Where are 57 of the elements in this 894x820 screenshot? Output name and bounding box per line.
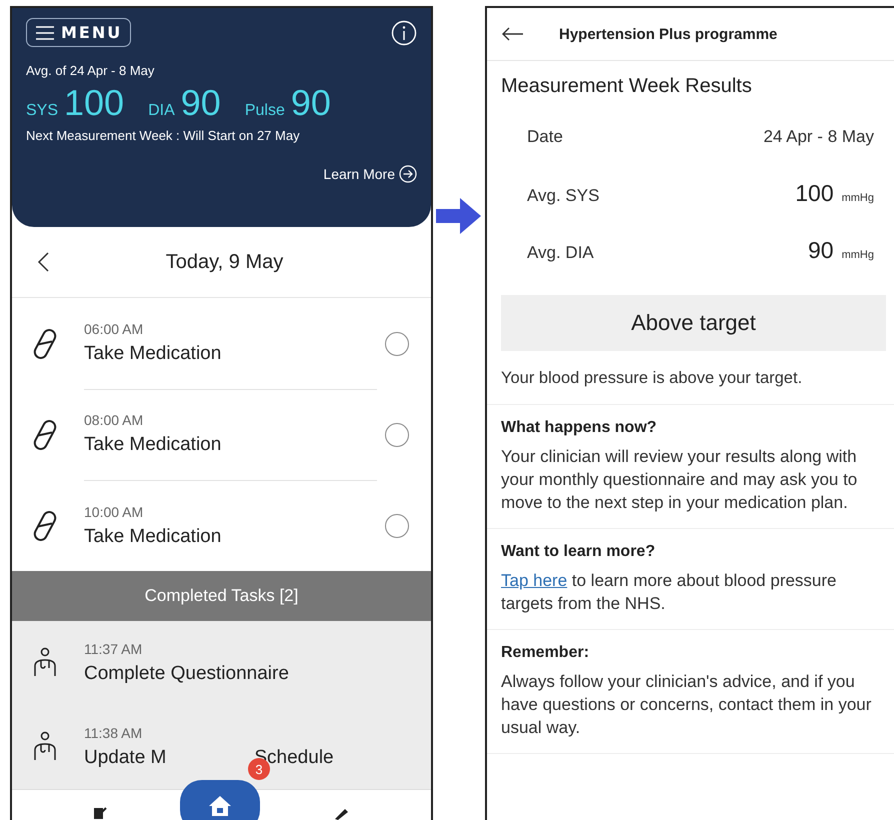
result-value: 100 — [795, 180, 834, 206]
task-checkbox[interactable] — [385, 332, 409, 356]
reading-label: DIA — [148, 102, 175, 120]
section-text: Always follow your clinician's advice, and if you have questions or concerns, contact them in your usual way. — [501, 671, 872, 739]
section-text: Tap here to learn more about blood pressure targets from the NHS. — [501, 570, 838, 615]
result-value: 90 — [808, 237, 834, 263]
notepad-icon[interactable] — [92, 806, 108, 820]
section-heading: Want to learn more? — [501, 543, 656, 561]
task-title: Take Medication — [84, 526, 222, 548]
status-banner: Above target — [501, 295, 886, 351]
menu-icon — [35, 24, 55, 40]
home-button[interactable] — [180, 780, 260, 820]
reading-label: Pulse — [244, 102, 285, 120]
result-label: Date — [527, 126, 563, 148]
back-chevron-icon[interactable] — [36, 251, 50, 273]
reading-label: SYS — [26, 102, 58, 120]
pen-icon[interactable] — [333, 806, 351, 820]
section-text: Your clinician will review your results along with your monthly questionnaire and may ask you to move to the next step in your medication plan. — [501, 446, 858, 514]
learn-more-link[interactable]: Learn More — [323, 165, 417, 183]
task-checkbox[interactable] — [385, 422, 409, 446]
arrow-circle-icon — [399, 165, 417, 183]
task-checkbox[interactable] — [385, 514, 409, 538]
info-icon[interactable] — [391, 20, 417, 46]
result-value: 24 Apr - 8 May — [763, 127, 874, 146]
status-text: Your blood pressure is above your target. — [501, 369, 804, 388]
reading-value: 90 — [290, 82, 331, 124]
task-time: 10:00 AM — [84, 504, 144, 520]
menu-button[interactable]: MENU — [26, 18, 132, 47]
pill-icon — [32, 508, 58, 542]
completed-tasks-bar[interactable]: Completed Tasks [2] — [12, 571, 431, 621]
average-period: Avg. of 24 Apr - 8 May — [26, 63, 156, 78]
back-arrow-icon[interactable] — [501, 26, 525, 42]
task-title: Take Medication — [84, 434, 222, 456]
task-time: 11:38 AM — [84, 724, 144, 740]
pill-icon — [32, 418, 58, 452]
date-title: Today, 9 May — [166, 250, 284, 274]
tap-here-link[interactable]: Tap here — [501, 571, 568, 590]
result-label: Avg. DIA — [527, 242, 594, 264]
section-heading: Remember: — [501, 644, 590, 662]
reading-value: 100 — [64, 82, 124, 124]
task-title: Complete Questionnaire — [84, 662, 289, 684]
task-title: Update M — [84, 746, 166, 768]
task-time: 06:00 AM — [84, 321, 144, 337]
next-measurement-text: Next Measurement Week : Will Start on 27 May — [26, 128, 301, 143]
result-label: Avg. SYS — [527, 185, 600, 207]
screen-title: Hypertension Plus programme — [559, 26, 778, 42]
task-time: 08:00 AM — [84, 412, 144, 428]
unit-label: mmHg — [842, 249, 874, 261]
task-title: Take Medication — [84, 343, 222, 365]
results-heading: Measurement Week Results — [501, 75, 753, 98]
pill-icon — [32, 326, 58, 360]
task-time: 11:37 AM — [84, 640, 144, 656]
reading-value: 90 — [180, 82, 221, 124]
section-heading: What happens now? — [501, 419, 658, 437]
home-icon — [208, 795, 232, 817]
right-arrow-icon — [436, 196, 482, 236]
unit-label: mmHg — [842, 192, 874, 204]
